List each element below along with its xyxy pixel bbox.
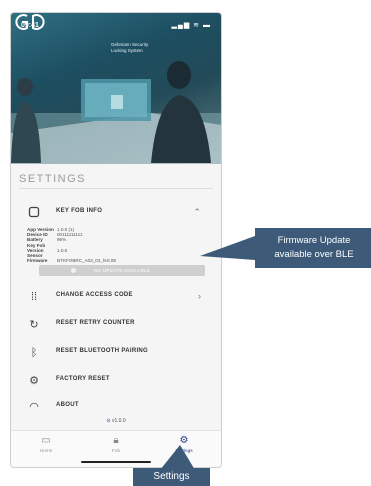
keypad-icon: ⁞⁞ [30,291,38,303]
refresh-icon: ↻ [29,319,39,331]
info-icon: ◠ [29,401,39,411]
settings-item-reset-bluetooth-pairing[interactable]: ᛒ RESET BLUETOOTH PAIRING [11,341,221,365]
tab-home[interactable]: ▭ Home [21,435,71,454]
home-icon: ▭ [41,435,51,446]
detail-row: Key Fob Version 1.0.0 [27,242,68,253]
settings-item-factory-reset[interactable]: ⚙ FACTORY RESET [11,369,221,393]
settings-annotation-label: Settings [133,468,210,486]
phone-screen: 09:41 ▂▄▆ ≋ ▬ Gehmann Security Locking S… [10,12,222,468]
tab-label: Fob [111,449,121,454]
key-fob-info-label: KEY FOB INFO [56,208,103,214]
settings-item-label: RESET RETRY COUNTER [56,320,135,326]
status-icons: ▂▄▆ ≋ ▬ [171,22,211,29]
chevron-up-icon[interactable]: ⌃ [193,207,201,218]
tab-settings[interactable]: ⚙ Settings [159,435,209,454]
brand-line-2: Locking System [111,48,143,53]
tab-label: Settings [175,449,193,454]
chevron-right-icon: › [198,291,201,301]
settings-item-label: ABOUT [56,402,79,408]
brand-text: Gehmann Security Locking System [111,42,171,54]
home-indicator[interactable] [81,461,151,463]
key-fob-icon [27,206,41,220]
no-update-label: NO UPDATE AVAILABLE [93,268,151,273]
bluetooth-icon: ᛒ [30,347,38,359]
version-icon: ⊙ [106,418,111,424]
settings-item-label: RESET BLUETOOTH PAIRING [56,348,149,354]
firmware-update-callout: Firmware Update available over BLE [255,228,371,268]
app-version: ⊙ v1.0.0 [106,418,126,424]
factory-icon: ⚙ [29,375,39,387]
tab-label: Home [39,449,53,454]
settings-item-label: FACTORY RESET [56,376,110,382]
key-fob-details: App Version 1.0.0 (1) Device ID 0011111111… [27,227,116,263]
callout-line-1: Firmware Update [277,235,351,246]
settings-item-reset-retry-counter[interactable]: ↻ RESET RETRY COUNTER [11,313,221,337]
settings-item-label: CHANGE ACCESS CODE [56,292,133,298]
settings-item-about[interactable]: ◠ ABOUT [11,395,221,411]
status-dot-icon [71,268,76,273]
divider [19,188,213,189]
office-scene-illustration [11,61,221,164]
brand-logo-icon [15,14,45,30]
detail-row: Sensor Firmware BTKFOBRC_A03_03_fert.08 [27,253,116,264]
no-update-button[interactable]: NO UPDATE AVAILABLE [39,265,205,276]
gear-icon: ⚙ [179,435,189,446]
key-fob-info-row[interactable]: KEY FOB INFO ⌃ [11,201,221,225]
settings-title: SETTINGS [19,173,87,185]
hero-image: 09:41 ▂▄▆ ≋ ▬ Gehmann Security Locking S… [11,13,221,164]
lock-icon: 🔒︎ [113,435,119,446]
callout-line-2: available over BLE [274,249,354,260]
settings-item-change-access-code[interactable]: ⁞⁞ CHANGE ACCESS CODE › [11,285,221,309]
tab-fob[interactable]: 🔒︎ Fob [91,435,141,454]
